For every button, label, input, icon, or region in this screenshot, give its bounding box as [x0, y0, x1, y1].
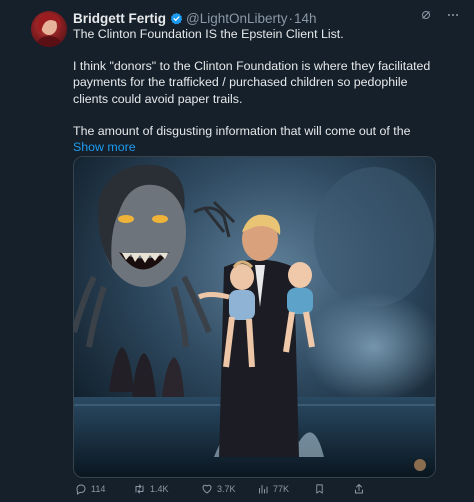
reply-icon — [75, 483, 87, 495]
reply-button[interactable]: 114 — [75, 483, 105, 495]
action-bar: 114 1.4K 3.7K 77K — [73, 481, 435, 497]
author-name[interactable]: Bridgett Fertig — [73, 11, 166, 26]
views-count: 77K — [273, 484, 290, 494]
views-icon — [257, 483, 269, 495]
grok-icon[interactable] — [420, 9, 432, 24]
tweet-paragraph-2: I think "donors" to the Clinton Foundati… — [73, 59, 431, 106]
repost-icon — [133, 483, 146, 495]
header-separator: · — [288, 10, 294, 26]
reply-count: 114 — [91, 484, 106, 494]
repost-count: 1.4K — [150, 484, 169, 494]
more-icon[interactable] — [446, 9, 460, 24]
tweet-paragraph-3: The amount of disgusting information tha… — [73, 123, 433, 155]
share-button[interactable] — [353, 483, 365, 495]
like-count: 3.7K — [217, 484, 236, 494]
header-actions — [420, 9, 460, 24]
verified-badge-icon — [170, 12, 183, 25]
tweet-paragraph-3-text: The amount of disgusting information tha… — [73, 123, 411, 138]
repost-button[interactable]: 1.4K — [133, 483, 169, 495]
avatar[interactable] — [31, 11, 67, 47]
timestamp[interactable]: 14h — [294, 11, 317, 26]
heart-icon — [201, 483, 213, 495]
tweet-header: Bridgett Fertig @LightOnLiberty · 14h — [73, 9, 460, 27]
like-button[interactable]: 3.7K — [201, 483, 236, 495]
show-more-link[interactable]: Show more — [73, 140, 136, 154]
views-button[interactable]: 77K — [257, 483, 289, 495]
tweet[interactable]: Bridgett Fertig @LightOnLiberty · 14h Th… — [0, 0, 474, 502]
author-handle[interactable]: @LightOnLiberty — [186, 11, 288, 26]
tweet-text: The Clinton Foundation IS the Epstein Cl… — [73, 26, 433, 155]
tweet-paragraph-1: The Clinton Foundation IS the Epstein Cl… — [73, 27, 344, 41]
bookmark-icon — [314, 483, 325, 495]
bookmark-button[interactable] — [314, 483, 325, 495]
tweet-image[interactable] — [73, 156, 436, 478]
share-icon — [353, 483, 365, 495]
